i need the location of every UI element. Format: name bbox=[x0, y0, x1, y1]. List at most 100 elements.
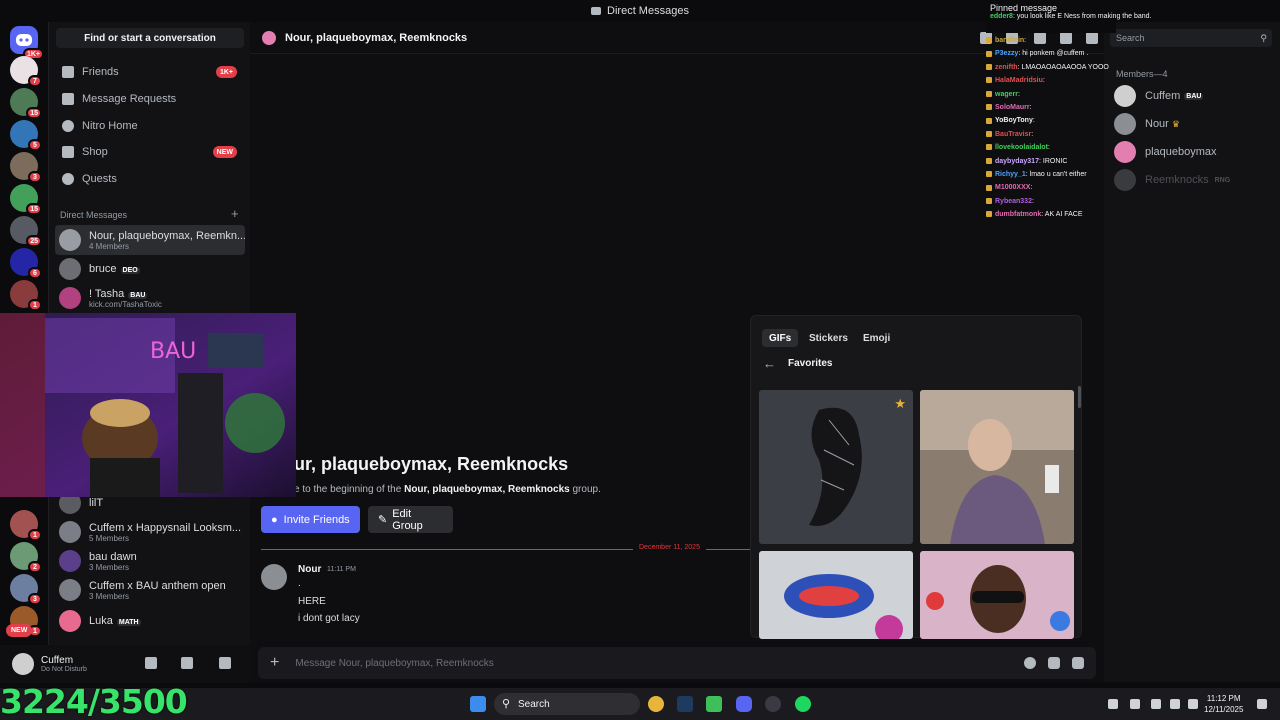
pencil-icon: ✎ bbox=[378, 514, 388, 526]
overlay-separator: : bbox=[1030, 184, 1033, 192]
chat-badge-icon bbox=[986, 184, 992, 191]
back-arrow-icon[interactable]: ← bbox=[763, 356, 776, 371]
gif-item[interactable] bbox=[920, 551, 1074, 639]
edit-group-button[interactable]: ✎ Edit Group bbox=[368, 506, 453, 533]
group-icon bbox=[262, 30, 276, 45]
server-icon[interactable]: 15 bbox=[10, 88, 42, 119]
server-icon[interactable]: 2 bbox=[10, 542, 42, 573]
app-icon[interactable] bbox=[706, 696, 722, 712]
overlay-text: IRONIC bbox=[1042, 157, 1068, 165]
settings-gear-icon[interactable] bbox=[219, 657, 231, 669]
microphone-icon[interactable] bbox=[145, 657, 157, 669]
avatar bbox=[59, 521, 81, 543]
app-icon[interactable] bbox=[765, 696, 781, 712]
server-icon[interactable]: 3 bbox=[10, 152, 42, 183]
new-badge: NEW bbox=[6, 624, 33, 637]
overlay-chat-row: P3ezzy: hi ponkem @cuffem . bbox=[986, 47, 1088, 60]
search-icon: ⚲ bbox=[1260, 33, 1267, 43]
server-icon[interactable]: 15 bbox=[10, 184, 42, 215]
cloud-icon[interactable] bbox=[1130, 699, 1140, 709]
gif-item[interactable]: ★ bbox=[759, 390, 913, 544]
add-user-icon: ● bbox=[271, 513, 278, 526]
message-avatar[interactable] bbox=[261, 564, 287, 590]
avatar bbox=[59, 229, 81, 251]
gif-item[interactable] bbox=[920, 390, 1074, 544]
picker-scrollbar[interactable] bbox=[1078, 386, 1081, 408]
favorite-star-icon[interactable]: ★ bbox=[894, 396, 906, 412]
chevron-up-icon[interactable] bbox=[1108, 699, 1118, 709]
member-reemknocks[interactable]: Reemknocks RNG bbox=[1114, 168, 1232, 192]
server-icon[interactable]: 7 bbox=[10, 56, 42, 87]
gif-sunglasses bbox=[920, 551, 1074, 639]
member-plaqueboymax[interactable]: plaqueboymax bbox=[1114, 140, 1217, 164]
home-dm-button[interactable]: 1K+ bbox=[10, 26, 44, 60]
overlay-username: BauTravisr bbox=[995, 130, 1032, 138]
dm-item-cuffem-happysnail[interactable]: Cuffem x Happysnail Looksm... 5 Members bbox=[55, 517, 245, 547]
headphones-icon[interactable] bbox=[181, 657, 193, 669]
chat-badge-icon bbox=[986, 90, 992, 97]
message-author[interactable]: Nour bbox=[298, 564, 321, 575]
nav-label: Nitro Home bbox=[82, 120, 138, 132]
microphone-icon[interactable] bbox=[1151, 699, 1161, 709]
network-icon[interactable] bbox=[1170, 699, 1180, 709]
invite-friends-button[interactable]: ● Invite Friends bbox=[261, 506, 360, 533]
steam-icon[interactable] bbox=[677, 696, 693, 712]
message-timestamp: 11:11 PM bbox=[327, 566, 356, 573]
member-cuffem[interactable]: Cuffem BAU bbox=[1114, 84, 1204, 108]
owner-crown-icon: ♛ bbox=[1171, 118, 1180, 129]
nav-quests[interactable]: Quests bbox=[55, 167, 245, 191]
taskbar-clock[interactable]: 11:12 PM 12/11/2025 bbox=[1204, 693, 1243, 715]
nav-message-requests[interactable]: Message Requests bbox=[55, 87, 245, 111]
nav-shop[interactable]: Shop NEW bbox=[55, 140, 245, 164]
member-tag: BAU bbox=[1184, 92, 1204, 100]
search-input[interactable]: Search ⚲ bbox=[1110, 29, 1272, 47]
user-status: Do Not Disturb bbox=[41, 666, 87, 673]
sticker-icon[interactable] bbox=[1048, 657, 1060, 669]
user-avatar[interactable] bbox=[12, 653, 34, 675]
notification-bell-icon[interactable] bbox=[1257, 699, 1267, 709]
nav-friends[interactable]: Friends 1K+ bbox=[55, 60, 245, 84]
server-icon[interactable]: 1 bbox=[10, 280, 42, 311]
overlay-username: llovekoolaidalot bbox=[995, 144, 1048, 152]
gif-item[interactable] bbox=[759, 551, 913, 639]
dm-item-bau-dawn[interactable]: bau dawn 3 Members bbox=[55, 546, 245, 576]
server-icon[interactable]: 5 bbox=[10, 120, 42, 151]
gift-icon[interactable] bbox=[1072, 657, 1084, 669]
overlay-chat-row: llovekoolaidalot: bbox=[986, 141, 1050, 154]
message-composer[interactable]: + Message Nour, plaqueboymax, Reemknocks bbox=[258, 647, 1096, 679]
tab-emoji[interactable]: Emoji bbox=[856, 329, 897, 347]
spotify-icon[interactable] bbox=[795, 696, 811, 712]
dm-item-cuffem-bau-anthem[interactable]: Cuffem x BAU anthem open 3 Members bbox=[55, 575, 245, 605]
server-icon[interactable]: 1 bbox=[10, 510, 42, 541]
member-name: Nour bbox=[1145, 118, 1169, 130]
attach-plus-icon[interactable]: + bbox=[270, 654, 279, 672]
discord-taskbar-icon[interactable] bbox=[736, 696, 752, 712]
volume-icon[interactable] bbox=[1188, 699, 1198, 709]
dm-item-group[interactable]: Nour, plaqueboymax, Reemkn... 4 Members bbox=[55, 225, 245, 255]
server-icon[interactable]: 6 bbox=[10, 248, 42, 279]
emoji-icon[interactable] bbox=[1024, 657, 1036, 669]
overlay-chat-row: Rybean332: bbox=[986, 195, 1034, 208]
dm-item-bruce[interactable]: bruce DEO bbox=[55, 254, 245, 284]
windows-start-icon[interactable] bbox=[470, 696, 486, 712]
chrome-icon[interactable] bbox=[648, 696, 664, 712]
find-conversation-button[interactable]: Find or start a conversation bbox=[56, 28, 244, 48]
member-nour[interactable]: Nour ♛ bbox=[1114, 112, 1180, 136]
nav-nitro-home[interactable]: Nitro Home bbox=[55, 114, 245, 138]
taskbar-search[interactable]: ⚲ Search bbox=[494, 693, 640, 715]
member-name: Reemknocks bbox=[1145, 174, 1209, 186]
server-icon[interactable]: 3 bbox=[10, 574, 42, 605]
nav-label: Message Requests bbox=[82, 93, 177, 105]
welcome-title: ur, plaqueboymax, Reemknocks bbox=[294, 454, 569, 474]
avatar bbox=[1114, 113, 1136, 135]
tab-stickers[interactable]: Stickers bbox=[802, 329, 855, 347]
dm-name: Cuffem x Happysnail Looksm... bbox=[89, 521, 242, 534]
tab-gifs[interactable]: GIFs bbox=[762, 329, 799, 347]
dm-item-tasha[interactable]: ! Tasha BAU kick.com/TashaToxic bbox=[55, 283, 245, 313]
dm-name: ! Tasha bbox=[89, 287, 125, 300]
server-icon[interactable]: 25 bbox=[10, 216, 42, 247]
dm-item-luka[interactable]: Luka MATH bbox=[55, 606, 245, 636]
friends-badge: 1K+ bbox=[215, 66, 237, 78]
dm-name: Nour, plaqueboymax, Reemkn... bbox=[89, 229, 245, 242]
create-dm-plus-icon[interactable]: + bbox=[231, 206, 239, 221]
